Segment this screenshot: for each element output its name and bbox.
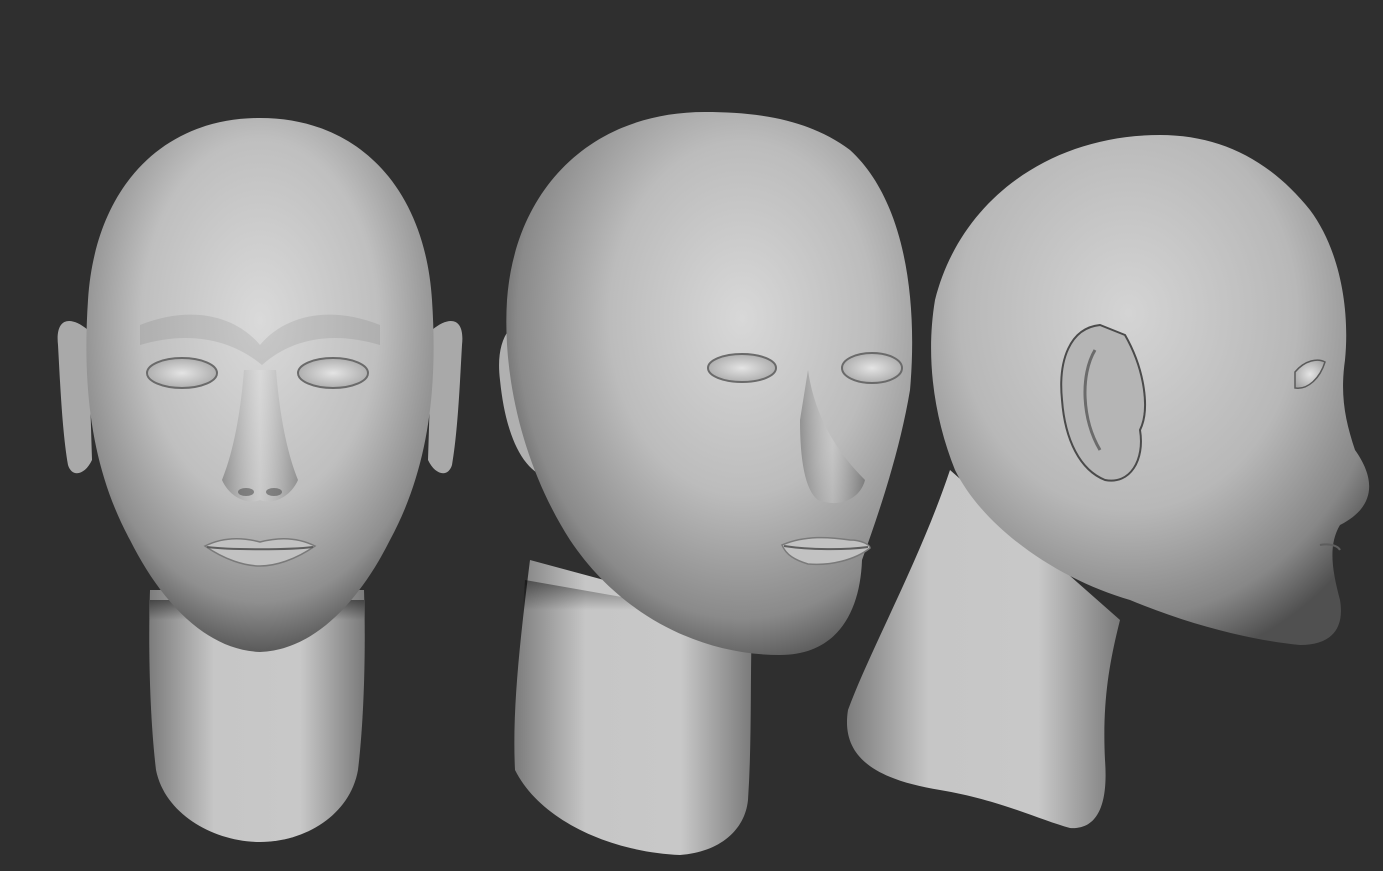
quarter-eye-left [707, 353, 777, 383]
head-side-view [846, 135, 1370, 829]
sculpt-viewport[interactable] [0, 0, 1383, 871]
front-eye-right [297, 357, 369, 389]
sculpt-render [57, 112, 1370, 855]
quarter-eye-right [841, 352, 903, 384]
head-three-quarter-view [499, 112, 913, 855]
head-front-view [57, 118, 463, 842]
front-eye-left [146, 357, 218, 389]
